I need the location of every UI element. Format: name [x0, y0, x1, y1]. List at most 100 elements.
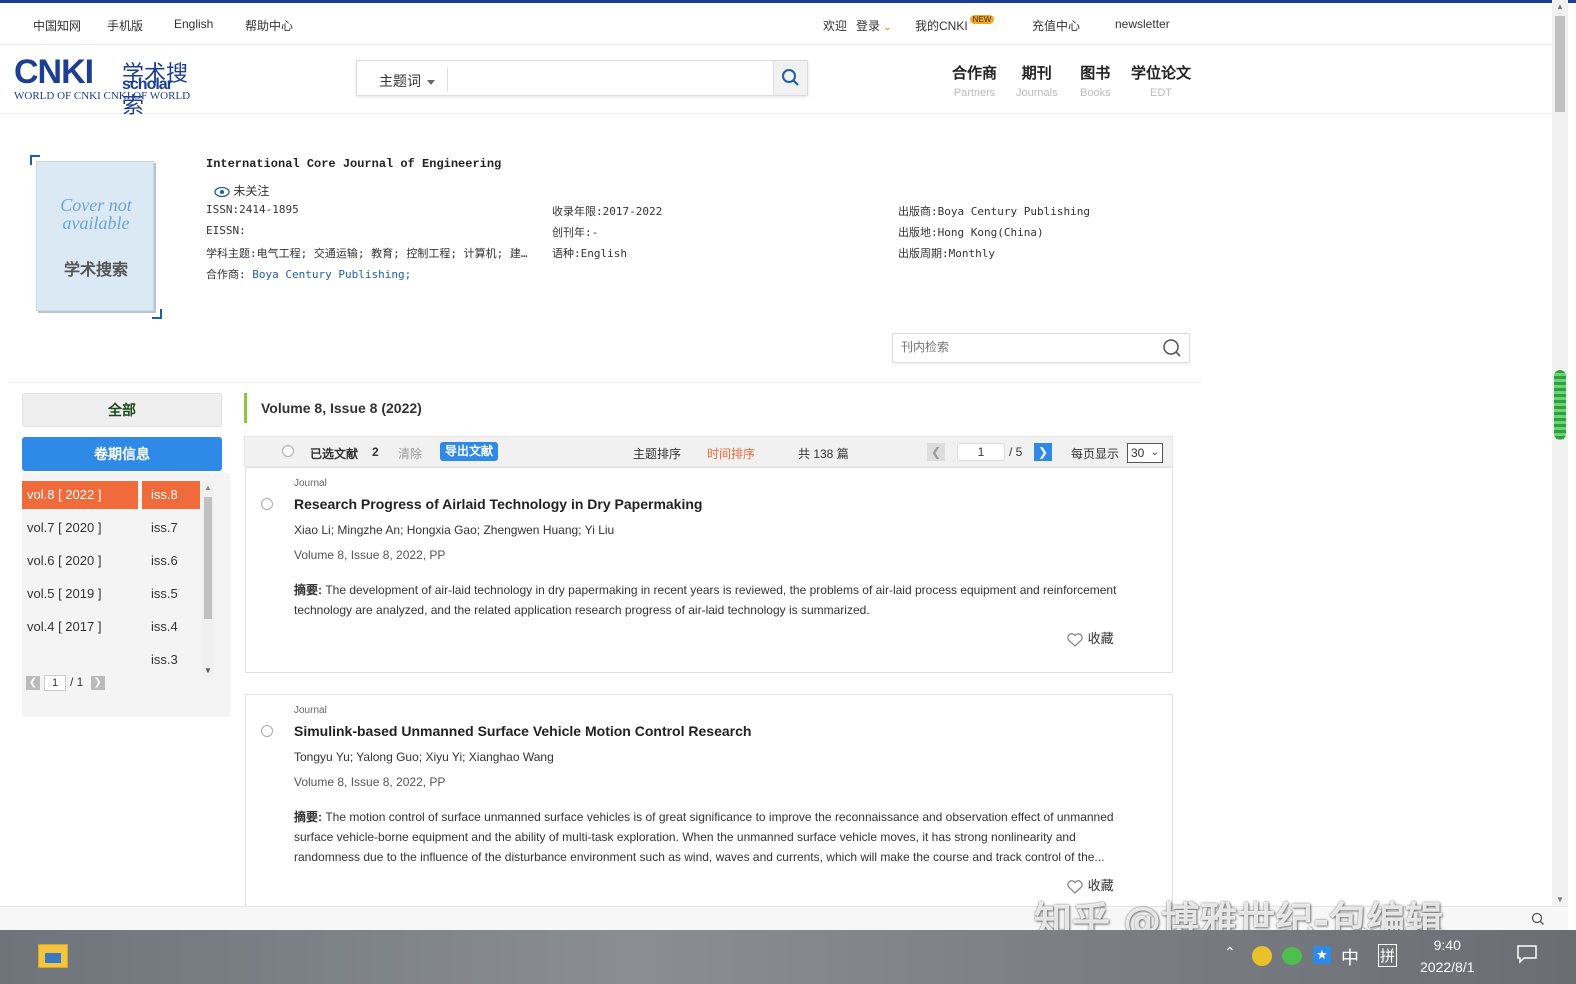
- export-button[interactable]: 导出文献: [440, 442, 499, 461]
- scroll-down-icon[interactable]: ▼: [1556, 895, 1564, 904]
- abstract-text: The development of air-laid technology i…: [294, 583, 1117, 617]
- nav-books-en: Books: [1080, 87, 1111, 99]
- article-authors[interactable]: Tongyu Yu; Yalong Guo; Xiyu Yi; Xianghao…: [294, 750, 554, 764]
- issue-item[interactable]: iss.8: [142, 481, 200, 509]
- scroll-up-icon[interactable]: ▲: [1556, 2, 1564, 11]
- journal-years: 收录年限:2017-2022: [552, 205, 663, 218]
- page-total: / 5: [1009, 445, 1023, 459]
- search-icon[interactable]: [1161, 337, 1183, 359]
- prev-page-icon[interactable]: ❮: [26, 676, 40, 690]
- scroll-down-icon[interactable]: ▼: [204, 666, 212, 675]
- clear-link[interactable]: 清除: [398, 445, 422, 462]
- clock-date: 2022/8/1: [1420, 959, 1475, 975]
- issue-item[interactable]: iss.6: [142, 547, 200, 575]
- page-scrollbar[interactable]: ▲ ▼: [1552, 0, 1568, 906]
- nav-partners-en: Partners: [953, 87, 996, 99]
- newsletter-link[interactable]: newsletter: [1115, 17, 1170, 31]
- star-icon[interactable]: ★: [1313, 946, 1331, 964]
- issue-scrollbar[interactable]: ▲ ▼: [202, 481, 214, 677]
- file-explorer-icon[interactable]: [38, 944, 68, 968]
- issue-info-button[interactable]: 卷期信息: [22, 437, 222, 471]
- top-bar: 中国知网 手机版 English 帮助中心 欢迎 登录 ⌄ 我的CNKI NEW …: [0, 3, 1552, 45]
- section-divider: [8, 382, 1202, 383]
- inner-search-input[interactable]: [901, 340, 1151, 354]
- new-badge: NEW: [969, 15, 995, 24]
- per-page-select[interactable]: 30 ⌄: [1127, 443, 1163, 463]
- help-link[interactable]: 帮助中心: [245, 17, 293, 34]
- scroll-up-icon[interactable]: ▲: [204, 483, 212, 492]
- sort-topic-link[interactable]: 主题排序: [633, 445, 681, 462]
- volume-item[interactable]: vol.7 [ 2020 ]: [22, 514, 138, 542]
- ime-chinese-indicator[interactable]: 中: [1341, 944, 1359, 970]
- search-button[interactable]: [773, 61, 807, 95]
- issue-scroll-thumb[interactable]: [204, 497, 212, 619]
- chevron-up-icon[interactable]: ⌃: [1224, 944, 1236, 961]
- volume-issue-panel: vol.8 [ 2022 ] vol.7 [ 2020 ] vol.6 [ 20…: [22, 473, 230, 717]
- nav-journals[interactable]: 期刊 Journals: [1016, 62, 1058, 99]
- article-title[interactable]: Simulink-based Unmanned Surface Vehicle …: [294, 723, 751, 739]
- search-icon[interactable]: [1530, 911, 1546, 927]
- chevron-down-icon: ⌄: [883, 22, 892, 33]
- issue-item[interactable]: iss.7: [142, 514, 200, 542]
- prev-page-button[interactable]: ❮: [927, 443, 945, 461]
- my-cnki-label: 我的CNKI: [915, 19, 968, 33]
- cnki-scholar-logo[interactable]: CNKI 学术搜索 scholar WORLD OF CNKI CNKI OF …: [14, 55, 190, 119]
- nav-edt[interactable]: 学位论文 EDT: [1131, 62, 1191, 99]
- mobile-link[interactable]: 手机版: [107, 17, 143, 34]
- heart-icon: [1067, 632, 1083, 647]
- article-kind: Journal: [294, 478, 327, 489]
- nav-books[interactable]: 图书 Books: [1080, 62, 1111, 99]
- article-abstract: 摘要: The motion control of surface unmann…: [294, 807, 1124, 867]
- wechat-icon[interactable]: [1282, 947, 1302, 965]
- next-page-icon[interactable]: ❯: [90, 676, 105, 690]
- journal-cover: Cover not available 学术搜索: [30, 155, 162, 319]
- page-input[interactable]: 1: [957, 443, 1005, 461]
- volume-item[interactable]: vol.4 [ 2017 ]: [22, 613, 138, 641]
- abstract-label: 摘要:: [294, 583, 322, 597]
- volume-page-total: / 1: [70, 675, 84, 690]
- search-divider: [447, 67, 448, 91]
- volume-item[interactable]: vol.8 [ 2022 ]: [22, 481, 138, 509]
- article-abstract: 摘要: The development of air-laid technolo…: [294, 580, 1124, 620]
- radio-circle: [282, 445, 294, 457]
- issue-item[interactable]: iss.3: [142, 646, 200, 674]
- journal-title: International Core Journal of Engineerin…: [206, 157, 502, 171]
- sort-time-link[interactable]: 时间排序: [707, 445, 755, 462]
- english-link[interactable]: English: [174, 17, 213, 31]
- journal-location: 出版地:Hong Kong(China): [898, 226, 1044, 239]
- volume-item[interactable]: vol.5 [ 2019 ]: [22, 580, 138, 608]
- search-icon: [782, 69, 799, 86]
- floating-sidebar-handle[interactable]: [1554, 370, 1566, 440]
- windows-taskbar: ⌃ ★ 中 拼 9:40 2022/8/1: [0, 930, 1576, 984]
- system-clock[interactable]: 9:40 2022/8/1: [1420, 934, 1475, 978]
- journal-publisher: 出版商:Boya Century Publishing: [898, 205, 1090, 218]
- eye-icon: [214, 186, 230, 197]
- article-select-radio[interactable]: [261, 498, 273, 510]
- login-link[interactable]: 登录 ⌄: [856, 17, 892, 34]
- search-input[interactable]: [457, 69, 757, 84]
- select-all-radio[interactable]: [282, 445, 294, 460]
- article-title[interactable]: Research Progress of Airlaid Technology …: [294, 496, 702, 512]
- tray-app-icon[interactable]: [1252, 946, 1272, 966]
- partner-link[interactable]: Boya Century Publishing;: [252, 268, 411, 281]
- inner-search-box: [892, 333, 1190, 363]
- ime-pinyin-indicator[interactable]: 拼: [1378, 944, 1398, 967]
- issue-item[interactable]: iss.5: [142, 580, 200, 608]
- recharge-link[interactable]: 充值中心: [1032, 17, 1080, 34]
- next-page-button[interactable]: ❯: [1034, 443, 1052, 461]
- favorite-button[interactable]: 收藏: [1066, 628, 1114, 648]
- my-cnki-link[interactable]: 我的CNKI NEW: [915, 15, 995, 34]
- page-scroll-thumb[interactable]: [1555, 16, 1565, 112]
- search-type-select[interactable]: 主题词: [379, 71, 435, 91]
- per-page-value: 30: [1131, 446, 1145, 460]
- volume-page-input[interactable]: 1: [44, 675, 66, 691]
- all-button[interactable]: 全部: [22, 393, 222, 427]
- cnki-home-link[interactable]: 中国知网: [33, 17, 81, 34]
- article-select-radio[interactable]: [261, 725, 273, 737]
- follow-button[interactable]: 未关注: [214, 182, 269, 199]
- volume-item[interactable]: vol.6 [ 2020 ]: [22, 547, 138, 575]
- article-authors[interactable]: Xiao Li; Mingzhe An; Hongxia Gao; Zhengw…: [294, 523, 614, 537]
- issue-item[interactable]: iss.4: [142, 613, 200, 641]
- notification-icon[interactable]: [1516, 944, 1538, 964]
- nav-partners[interactable]: 合作商 Partners: [952, 62, 997, 99]
